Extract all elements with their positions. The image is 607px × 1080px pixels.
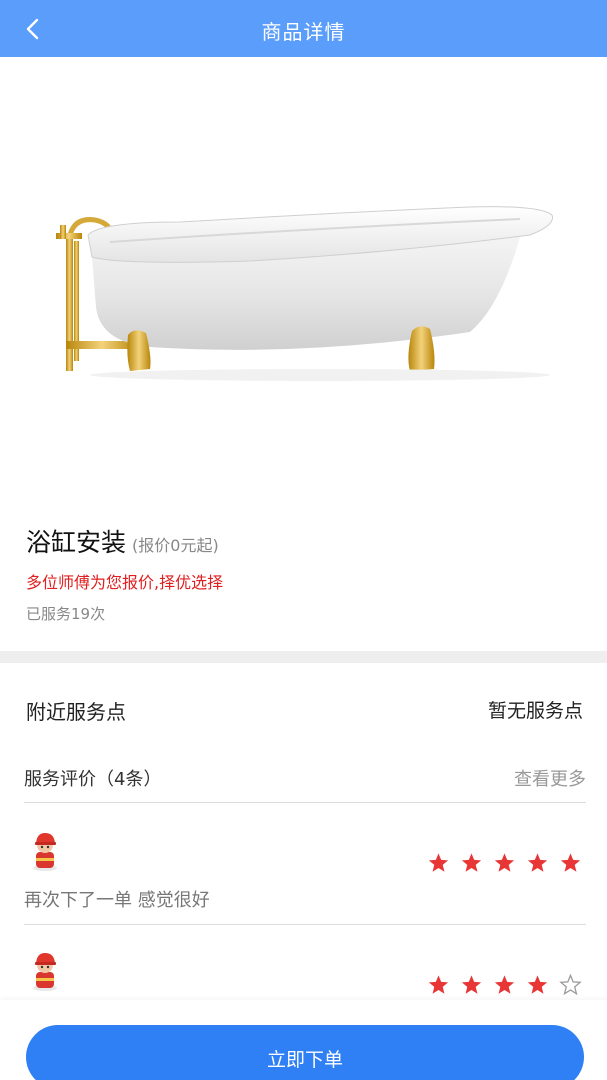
star-filled-icon (527, 975, 548, 994)
nearby-value: 暂无服务点 (487, 700, 583, 722)
review-text: 再次下了一单 感觉很好 (24, 890, 210, 911)
bathtub-photo (56, 206, 554, 381)
star-filled-icon (428, 853, 449, 872)
rating-stars (427, 852, 582, 874)
rating-stars (427, 974, 582, 996)
product-name: 浴缸安装 (26, 528, 127, 557)
star-filled-icon (527, 853, 548, 872)
star-filled-icon (461, 975, 482, 994)
bottom-bar: 立即下单 (0, 1000, 607, 1080)
product-info: 浴缸安装 (报价0元起) 多位师傅为您报价,择优选择 已服务19次 (0, 497, 607, 649)
star-filled-icon (428, 975, 449, 994)
star-empty-icon (559, 974, 582, 996)
nearby-service-row[interactable]: 附近服务点 暂无服务点 (0, 663, 607, 751)
view-more-link[interactable]: 查看更多 (514, 765, 586, 791)
star-filled-icon (494, 853, 515, 872)
product-image (0, 57, 607, 497)
page-title: 商品详情 (261, 20, 346, 44)
order-now-button[interactable]: 立即下单 (26, 1025, 584, 1080)
product-title: 浴缸安装 (报价0元起) (26, 523, 219, 559)
star-filled-icon (560, 853, 581, 872)
promo-text: 多位师傅为您报价,择优选择 (26, 573, 224, 592)
star-filled-icon (461, 853, 482, 872)
served-count: 已服务19次 (26, 605, 106, 623)
worker-avatar-icon (33, 953, 57, 991)
product-price-note: (报价0元起) (132, 536, 219, 555)
reviews-title: 服务评价（4条） (24, 769, 162, 790)
nearby-label: 附近服务点 (26, 700, 126, 724)
section-divider (0, 651, 607, 663)
review-item (24, 926, 586, 1000)
reviews-header: 服务评价（4条） 查看更多 (24, 751, 586, 803)
top-bar: 商品详情 (0, 0, 607, 57)
worker-avatar-icon (33, 833, 57, 871)
review-item: 再次下了一单 感觉很好 (24, 804, 586, 925)
star-filled-icon (494, 975, 515, 994)
